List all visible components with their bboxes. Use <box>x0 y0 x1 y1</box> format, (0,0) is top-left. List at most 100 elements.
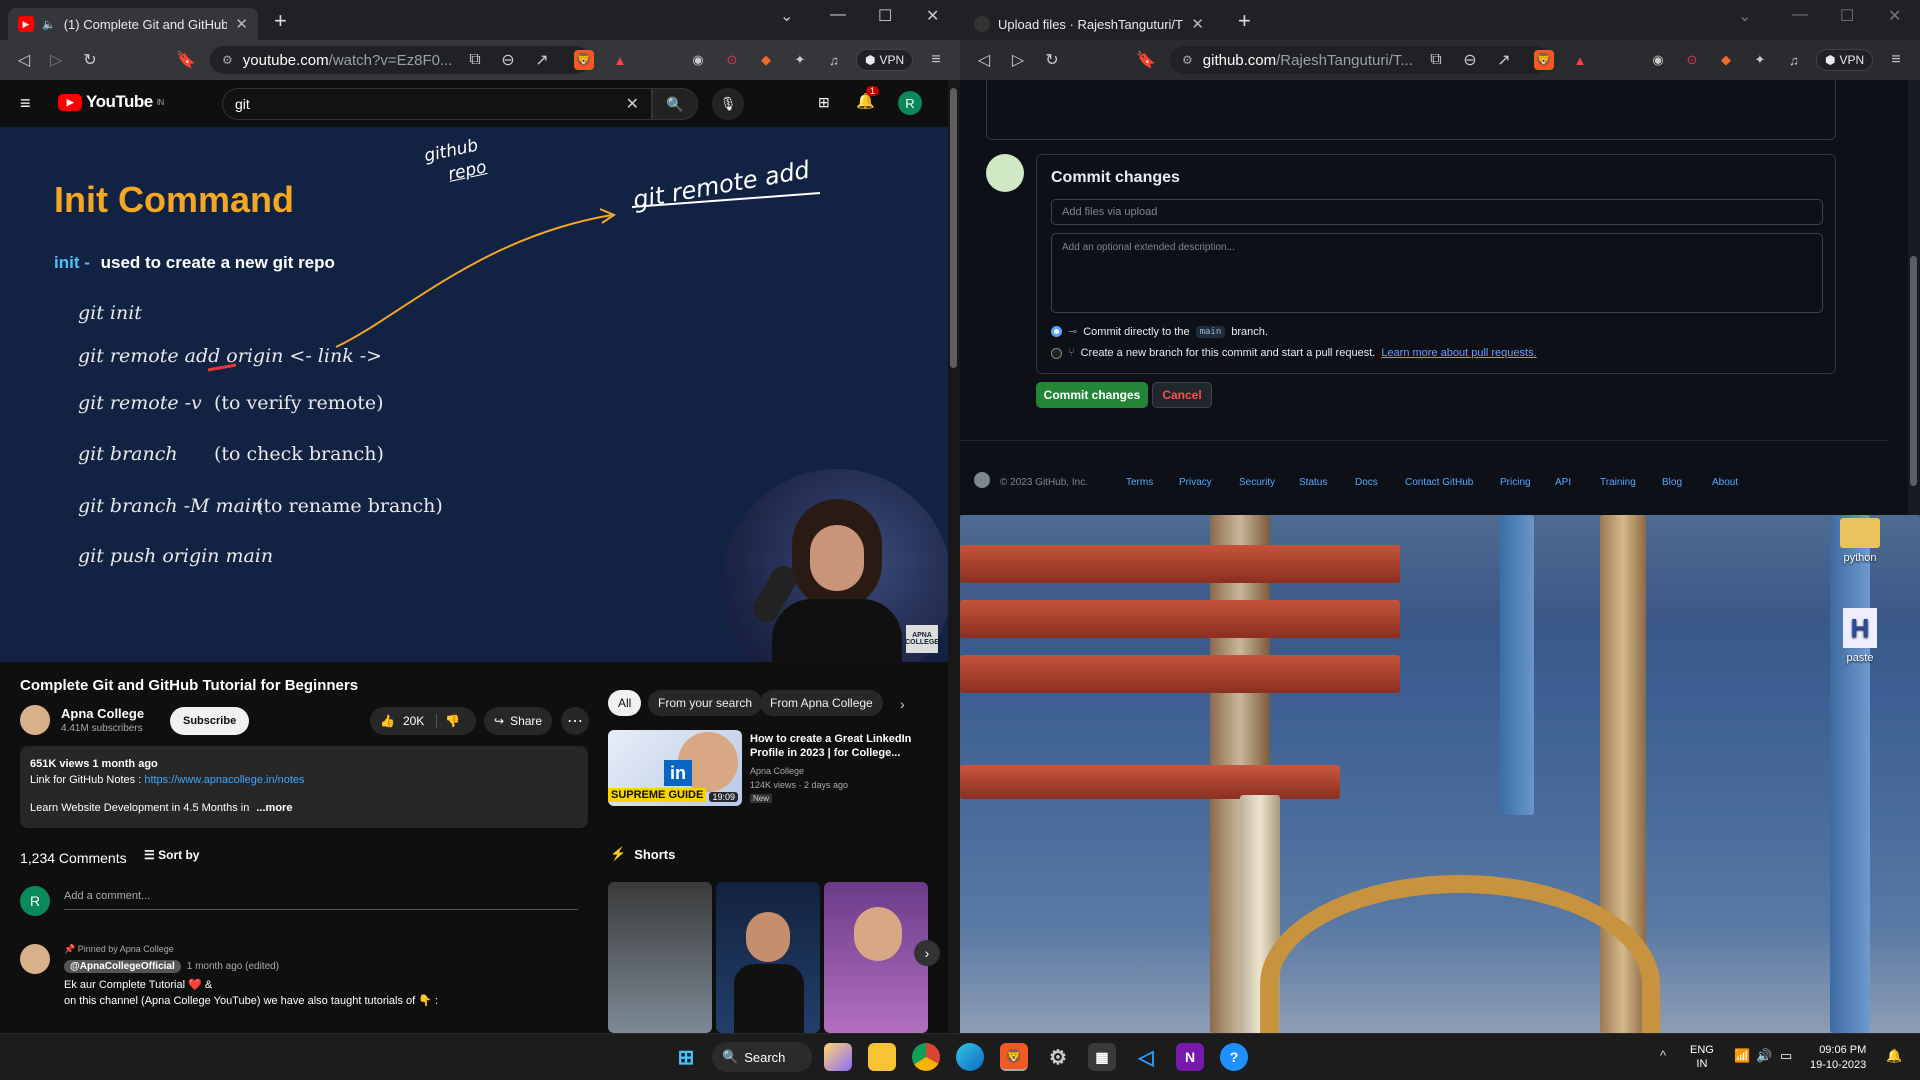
more-actions-icon[interactable]: ⋯ <box>561 707 589 735</box>
cancel-button[interactable]: Cancel <box>1152 382 1212 408</box>
close-window-button[interactable]: ✕ <box>926 6 939 26</box>
volume-icon[interactable]: 🔊 <box>1756 1048 1772 1064</box>
minimize-button[interactable]: — <box>1792 6 1808 24</box>
zoom-icon[interactable]: ⊖ <box>1460 50 1480 70</box>
footer-link-api[interactable]: API <box>1555 477 1571 488</box>
onenote-icon[interactable]: N <box>1176 1043 1204 1071</box>
tray-chevron-icon[interactable]: ^ <box>1660 1048 1666 1063</box>
voice-search-button[interactable]: 🎙 <box>712 88 744 120</box>
hamburger-menu-icon[interactable]: ≡ <box>20 93 31 114</box>
help-icon[interactable]: ? <box>1220 1043 1248 1071</box>
footer-link-privacy[interactable]: Privacy <box>1179 477 1212 488</box>
short-thumbnail-2[interactable] <box>716 882 820 1033</box>
brave-rewards-icon[interactable]: ▲ <box>1570 50 1590 70</box>
footer-link-about[interactable]: About <box>1712 477 1738 488</box>
footer-link-pricing[interactable]: Pricing <box>1500 477 1531 488</box>
close-tab-icon[interactable]: ✕ <box>1191 15 1204 33</box>
brave-rewards-icon[interactable]: ▲ <box>610 50 630 70</box>
new-branch-option[interactable]: ⑂ Create a new branch for this commit an… <box>1051 347 1537 359</box>
footer-link-docs[interactable]: Docs <box>1355 477 1378 488</box>
commit-direct-option[interactable]: ⊸ Commit directly to the main branch. <box>1051 325 1268 338</box>
wifi-icon[interactable]: 📶 <box>1734 1048 1750 1064</box>
radio-unselected[interactable] <box>1051 347 1062 359</box>
site-info-icon[interactable]: ⚙ <box>222 53 233 67</box>
chips-next-chevron-icon[interactable]: › <box>900 696 905 712</box>
youtube-logo[interactable]: ▶ YouTube IN <box>58 92 164 112</box>
file-explorer-icon[interactable] <box>868 1043 896 1071</box>
footer-link-contact[interactable]: Contact GitHub <box>1405 477 1473 488</box>
channel-avatar[interactable] <box>20 705 50 735</box>
short-thumbnail-3[interactable] <box>824 882 928 1033</box>
bookmark-icon[interactable]: 🔖 <box>176 50 196 70</box>
description-box[interactable]: 651K views 1 month ago Link for GitHub N… <box>20 746 588 828</box>
page-scrollbar[interactable] <box>948 80 960 1033</box>
widgets-icon[interactable] <box>824 1043 852 1071</box>
bookmark-icon[interactable]: 🔖 <box>1136 50 1156 70</box>
tab-youtube[interactable]: ▶ 🔈 (1) Complete Git and GitHub Tuto ✕ <box>8 8 258 40</box>
vpn-button[interactable]: ⬢ VPN <box>1816 49 1874 71</box>
extension-icon-1[interactable]: ◉ <box>688 50 708 70</box>
chip-from-your-search[interactable]: From your search <box>648 690 763 716</box>
share-icon[interactable]: ↗ <box>532 50 552 70</box>
minimize-button[interactable]: — <box>830 6 846 24</box>
commit-changes-button[interactable]: Commit changes <box>1036 382 1148 408</box>
open-external-icon[interactable]: ⧉ <box>465 50 485 70</box>
battery-icon[interactable]: ▭ <box>1780 1048 1792 1064</box>
extension-icon-2[interactable]: ⊙ <box>722 50 742 70</box>
tab-search-chevron-icon[interactable]: ⌄ <box>780 6 793 26</box>
site-info-icon[interactable]: ⚙ <box>1182 53 1193 67</box>
notifications-button[interactable]: 🔔 1 <box>856 86 880 110</box>
footer-link-terms[interactable]: Terms <box>1126 477 1153 488</box>
footer-link-status[interactable]: Status <box>1299 477 1327 488</box>
settings-gear-icon[interactable]: ⚙ <box>1044 1043 1072 1071</box>
close-tab-icon[interactable]: ✕ <box>235 15 248 33</box>
chip-all[interactable]: All <box>608 690 642 716</box>
footer-link-blog[interactable]: Blog <box>1662 477 1682 488</box>
new-tab-button[interactable]: + <box>1238 10 1251 32</box>
channel-name[interactable]: Apna College <box>61 706 144 721</box>
maximize-button[interactable]: ☐ <box>878 6 892 26</box>
scrollbar-thumb[interactable] <box>950 88 957 368</box>
short-thumbnail-1[interactable] <box>608 882 712 1033</box>
search-button[interactable]: 🔍 <box>652 88 698 120</box>
cast-icon[interactable]: ⧉ <box>1426 50 1446 70</box>
sort-by-button[interactable]: ☰ Sort by <box>144 848 199 862</box>
show-more-link[interactable]: ...more <box>256 802 292 814</box>
forward-icon[interactable]: ▷ <box>1008 50 1028 70</box>
menu-icon[interactable]: ≡ <box>1886 50 1906 70</box>
language-indicator[interactable]: ENG IN <box>1690 1043 1714 1071</box>
close-window-button[interactable]: ✕ <box>1888 6 1901 26</box>
taskbar-search[interactable]: 🔍 Search <box>712 1042 812 1072</box>
commit-summary-input[interactable]: Add files via upload <box>1051 199 1823 225</box>
vpn-button[interactable]: ⬢ VPN <box>856 49 914 71</box>
subscribe-button[interactable]: Subscribe <box>170 707 250 735</box>
share-icon[interactable]: ↗ <box>1494 50 1514 70</box>
shorts-next-chevron-icon[interactable]: › <box>914 940 940 966</box>
maximize-button[interactable]: ☐ <box>1840 6 1854 26</box>
menu-icon[interactable]: ≡ <box>926 50 946 70</box>
extension-icon-2[interactable]: ⊙ <box>1682 50 1702 70</box>
desktop-icon-python[interactable]: python <box>1830 518 1890 564</box>
vscode-icon[interactable]: ◁ <box>1132 1043 1160 1071</box>
rec-channel[interactable]: Apna College <box>750 766 804 776</box>
comment-author-avatar[interactable] <box>20 944 50 974</box>
like-icon[interactable]: 👍 <box>380 714 395 728</box>
brave-shields-icon[interactable]: 🦁 <box>574 50 594 70</box>
rec-thumbnail[interactable]: in SUPREME GUIDE 19:09 <box>608 730 742 806</box>
clock[interactable]: 09:06 PM 19-10-2023 <box>1810 1043 1866 1073</box>
share-button[interactable]: ↪ Share <box>484 707 553 735</box>
extensions-puzzle-icon[interactable]: ✦ <box>1750 50 1770 70</box>
address-bar[interactable]: ⚙ github.com/RajeshTanguturi/T... <box>1170 46 1550 74</box>
new-tab-button[interactable]: + <box>274 10 287 32</box>
add-comment-input[interactable]: Add a comment... <box>64 886 578 910</box>
github-scrollbar[interactable] <box>1908 80 1920 515</box>
like-count[interactable]: 20K <box>403 714 424 728</box>
commit-description-textarea[interactable]: Add an optional extended description... <box>1051 233 1823 313</box>
chrome-icon[interactable] <box>912 1043 940 1071</box>
comment-author[interactable]: @ApnaCollegeOfficial <box>64 960 181 973</box>
extension-icon-1[interactable]: ◉ <box>1648 50 1668 70</box>
forward-icon[interactable]: ▷ <box>46 50 66 70</box>
media-icon[interactable]: ♫ <box>824 50 844 70</box>
extension-icon-3[interactable]: ◆ <box>756 50 776 70</box>
youtube-search-input[interactable]: git ✕ <box>222 88 652 120</box>
